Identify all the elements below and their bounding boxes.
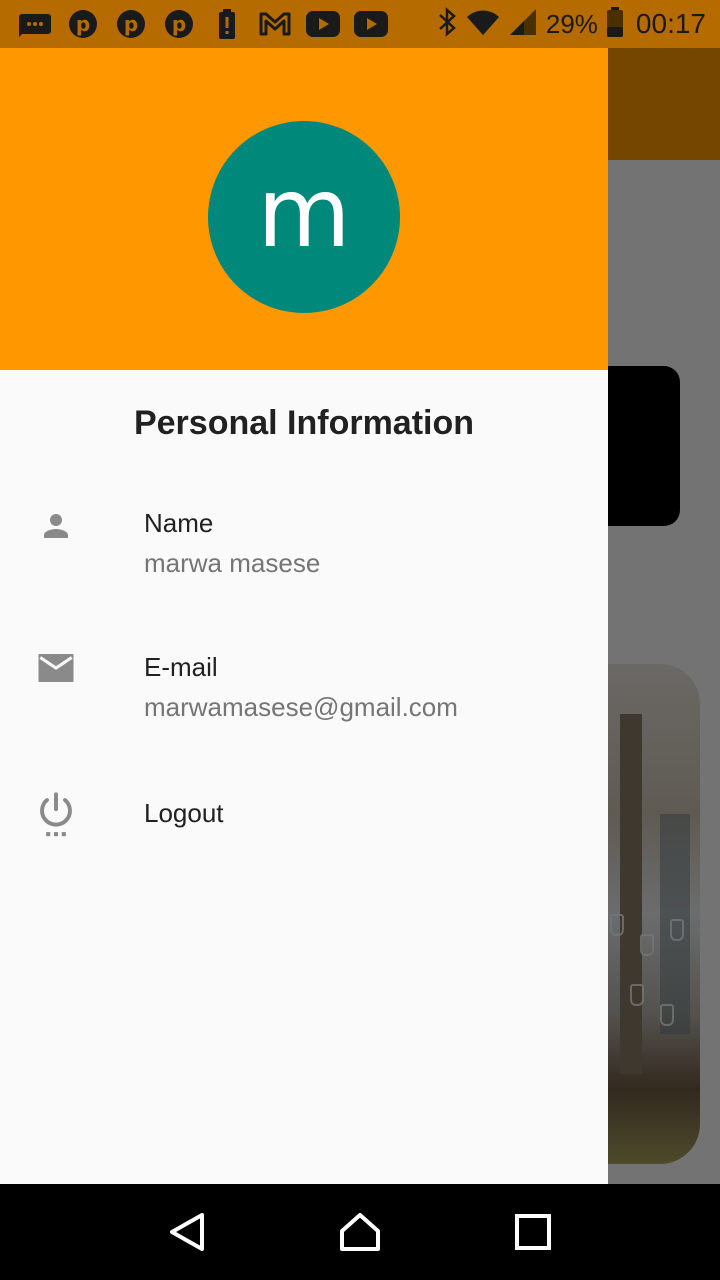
list-item-title: E-mail	[144, 652, 218, 682]
list-item-logout[interactable]: Logout	[0, 790, 608, 900]
battery-alert-icon	[210, 7, 244, 41]
drawer-header: m	[0, 48, 608, 370]
back-icon	[169, 1213, 204, 1251]
battery-icon	[606, 6, 624, 42]
person-icon	[34, 504, 78, 548]
list-item-title: Logout	[144, 798, 224, 828]
section-title: Personal Information	[133, 404, 475, 442]
status-bar: p p p 29% 00:17	[0, 0, 720, 48]
pinterest-icon: p	[66, 7, 100, 41]
wifi-icon	[466, 8, 500, 41]
cellular-signal-icon	[508, 7, 538, 42]
recents-icon	[515, 1214, 552, 1250]
home-icon	[339, 1213, 380, 1251]
email-icon	[34, 646, 78, 690]
list-item-name[interactable]: Name marwa masese	[0, 500, 608, 610]
system-nav-bar	[0, 1184, 720, 1280]
gmail-icon	[258, 7, 292, 41]
clock: 00:17	[635, 8, 706, 39]
chat-bubble-icon	[18, 7, 52, 41]
youtube-icon	[306, 7, 340, 41]
list-item-title: Name	[144, 508, 214, 538]
pinterest-icon: p	[162, 7, 196, 41]
recents-button[interactable]	[501, 1200, 565, 1264]
youtube-icon	[354, 7, 388, 41]
power-icon	[34, 792, 78, 837]
svg-text:p: p	[124, 12, 138, 36]
back-button[interactable]	[155, 1200, 219, 1264]
battery-percent: 29%	[545, 8, 598, 39]
home-button[interactable]	[328, 1200, 392, 1264]
list-item-email[interactable]: E-mail marwamasese@gmail.com	[0, 644, 608, 754]
svg-text:p: p	[76, 12, 90, 36]
avatar[interactable]: m	[208, 121, 400, 313]
pinterest-icon: p	[114, 7, 148, 41]
list-item-subtitle: marwamasese@gmail.com	[144, 692, 458, 722]
navigation-drawer: m Personal Information Name marwa masese…	[0, 0, 608, 1184]
svg-text:p: p	[172, 12, 186, 36]
bluetooth-icon	[436, 6, 458, 42]
list-item-subtitle: marwa masese	[144, 548, 321, 578]
